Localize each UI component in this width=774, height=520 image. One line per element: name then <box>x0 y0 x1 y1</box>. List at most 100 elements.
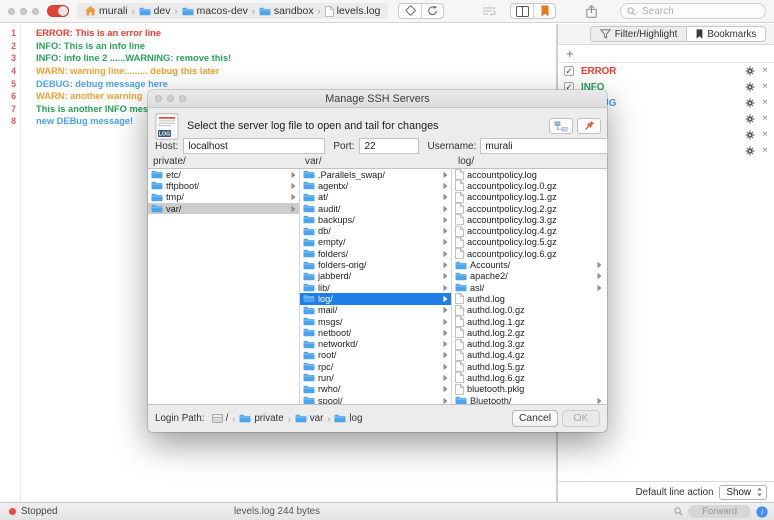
remove-button[interactable]: × <box>762 130 768 140</box>
folder-item[interactable]: etc/ <box>148 169 299 180</box>
wrap-lines-button[interactable] <box>478 3 500 19</box>
gear-button[interactable] <box>745 146 755 156</box>
breadcrumb-item[interactable]: dev <box>139 5 171 17</box>
log-line[interactable]: 2 INFO: This is an info line <box>0 40 556 53</box>
host-field[interactable] <box>183 138 325 154</box>
folder-item[interactable]: agentx/ <box>300 180 451 191</box>
log-line[interactable]: 5 DEBUG: debug message here <box>0 77 556 90</box>
close-window-button[interactable] <box>8 8 15 15</box>
search-field[interactable] <box>620 3 766 19</box>
tail-toggle-switch[interactable] <box>47 5 69 17</box>
folder-item[interactable]: msgs/ <box>300 316 451 327</box>
file-item[interactable]: authd.log.3.gz <box>452 338 605 349</box>
folder-item[interactable]: netboot/ <box>300 327 451 338</box>
file-item[interactable]: accountpolicy.log.4.gz <box>452 225 605 236</box>
folder-item[interactable]: Accounts/ <box>452 259 605 270</box>
folder-item[interactable]: empty/ <box>300 237 451 248</box>
file-item[interactable]: accountpolicy.log.1.gz <box>452 192 605 203</box>
log-line[interactable]: 4 WARN: warning line......... debug this… <box>0 65 556 78</box>
folder-item[interactable]: run/ <box>300 372 451 383</box>
path-segment[interactable]: / <box>212 413 229 424</box>
folder-item[interactable]: networkd/ <box>300 338 451 349</box>
bookmarks-panel-button[interactable] <box>533 3 555 19</box>
find-icon[interactable] <box>674 507 683 516</box>
folder-item[interactable]: lib/ <box>300 282 451 293</box>
clear-log-button[interactable] <box>399 3 421 19</box>
file-item[interactable]: accountpolicy.log.5.gz <box>452 237 605 248</box>
remove-button[interactable]: × <box>762 98 768 108</box>
file-item[interactable]: authd.log.4.gz <box>452 350 605 361</box>
refresh-button[interactable] <box>421 3 443 19</box>
folder-item[interactable]: tmp/ <box>148 192 299 203</box>
remove-button[interactable]: × <box>762 82 768 92</box>
path-segment[interactable]: var <box>295 413 324 424</box>
gear-button[interactable] <box>745 98 755 108</box>
gear-button[interactable] <box>745 114 755 124</box>
column-view-button[interactable] <box>511 3 533 19</box>
file-item[interactable]: authd.log.0.gz <box>452 305 605 316</box>
folder-item[interactable]: apache2/ <box>452 271 605 282</box>
gear-button[interactable] <box>745 130 755 140</box>
file-item[interactable]: accountpolicy.log.0.gz <box>452 180 605 191</box>
file-item[interactable]: bluetooth.pklg <box>452 384 605 395</box>
share-button[interactable] <box>580 3 602 19</box>
file-item[interactable]: accountpolicy.log.3.gz <box>452 214 605 225</box>
browser-column[interactable]: accountpolicy.log accountpolicy.log.0.gz… <box>452 169 605 404</box>
breadcrumb-item[interactable]: macos-dev <box>182 5 248 17</box>
folder-item[interactable]: audit/ <box>300 203 451 214</box>
folder-item[interactable]: asl/ <box>452 282 605 293</box>
folder-item[interactable]: .Parallels_swap/ <box>300 169 451 180</box>
folder-item[interactable]: log/ <box>300 293 451 304</box>
info-button[interactable]: i <box>756 506 768 518</box>
remove-button[interactable]: × <box>762 114 768 124</box>
add-bookmark-button[interactable]: + <box>566 47 574 60</box>
tab-bookmarks[interactable]: Bookmarks <box>686 27 765 41</box>
username-field[interactable] <box>480 138 608 154</box>
zoom-window-button[interactable] <box>32 8 39 15</box>
folder-item[interactable]: folders/ <box>300 248 451 259</box>
file-item[interactable]: authd.log.5.gz <box>452 361 605 372</box>
log-line[interactable]: 1 ERROR: This is an error line <box>0 27 556 40</box>
tab-filter-highlight[interactable]: Filter/Highlight <box>591 27 687 41</box>
line-action-select[interactable]: Show <box>719 485 767 500</box>
browser-column[interactable]: etc/ tftpboot/ tmp/ var/ <box>148 169 300 404</box>
pin-button[interactable] <box>577 118 601 134</box>
network-browse-button[interactable] <box>549 118 573 134</box>
ok-button[interactable]: OK <box>562 410 600 427</box>
dialog-titlebar[interactable]: Manage SSH Servers <box>148 90 607 108</box>
remove-button[interactable]: × <box>762 146 768 156</box>
folder-item[interactable]: root/ <box>300 350 451 361</box>
search-input[interactable] <box>640 5 750 18</box>
path-segment[interactable]: private <box>239 413 283 424</box>
breadcrumb-item[interactable]: levels.log <box>325 5 381 17</box>
log-line[interactable]: 3 INFO: info line 2 ......WARNING: remov… <box>0 52 556 65</box>
breadcrumb-item[interactable]: sandbox <box>259 5 314 17</box>
folder-item[interactable]: rpc/ <box>300 361 451 372</box>
breadcrumb-item[interactable]: murali <box>85 5 128 17</box>
folder-item[interactable]: var/ <box>148 203 299 214</box>
folder-item[interactable]: folders-orig/ <box>300 259 451 270</box>
folder-item[interactable]: rwho/ <box>300 384 451 395</box>
folder-item[interactable]: at/ <box>300 192 451 203</box>
folder-item[interactable]: spool/ <box>300 395 451 404</box>
cancel-button[interactable]: Cancel <box>512 410 558 427</box>
folder-item[interactable]: Bluetooth/ <box>452 395 605 404</box>
file-item[interactable]: authd.log.1.gz <box>452 316 605 327</box>
remove-button[interactable]: × <box>762 66 768 76</box>
path-segment[interactable]: log <box>334 413 362 424</box>
minimize-window-button[interactable] <box>20 8 27 15</box>
gear-button[interactable] <box>745 66 755 76</box>
gear-button[interactable] <box>745 82 755 92</box>
file-item[interactable]: accountpolicy.log.2.gz <box>452 203 605 214</box>
file-item[interactable]: accountpolicy.log.6.gz <box>452 248 605 259</box>
folder-item[interactable]: backups/ <box>300 214 451 225</box>
file-item[interactable]: authd.log.6.gz <box>452 372 605 383</box>
forward-button[interactable]: Forward <box>688 505 751 518</box>
browser-column[interactable]: .Parallels_swap/ agentx/ at/ audit/ back… <box>300 169 452 404</box>
file-item[interactable]: accountpolicy.log <box>452 169 605 180</box>
checkbox[interactable]: ✓ <box>564 66 574 76</box>
port-field[interactable] <box>359 138 419 154</box>
folder-item[interactable]: db/ <box>300 225 451 236</box>
file-item[interactable]: authd.log.2.gz <box>452 327 605 338</box>
folder-item[interactable]: mail/ <box>300 305 451 316</box>
